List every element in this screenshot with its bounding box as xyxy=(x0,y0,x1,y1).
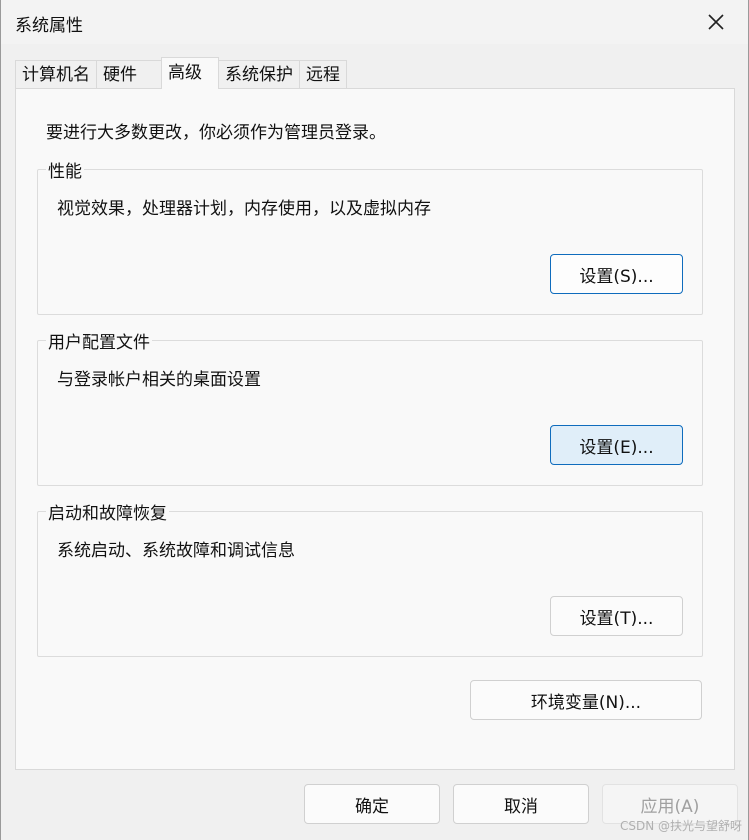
title-bar: 系统属性 xyxy=(1,0,748,44)
environment-variables-button[interactable]: 环境变量(N)... xyxy=(470,680,702,720)
tab-computer-name[interactable]: 计算机名 xyxy=(15,60,97,88)
startup-recovery-desc: 系统启动、系统故障和调试信息 xyxy=(57,541,295,561)
tab-remote[interactable]: 远程 xyxy=(299,60,347,88)
startup-recovery-settings-button[interactable]: 设置(T)... xyxy=(550,596,683,636)
performance-desc: 视觉效果，处理器计划，内存使用，以及虚拟内存 xyxy=(57,199,431,219)
tab-strip: 计算机名 硬件 高级 系统保护 远程 xyxy=(15,57,347,89)
user-profiles-group-label: 用户配置文件 xyxy=(46,328,152,353)
user-profiles-desc: 与登录帐户相关的桌面设置 xyxy=(57,370,261,390)
ok-button[interactable]: 确定 xyxy=(304,784,440,824)
startup-recovery-group: 启动和故障恢复 系统启动、系统故障和调试信息 设置(T)... xyxy=(37,499,703,657)
window-title: 系统属性 xyxy=(15,16,83,36)
close-button[interactable] xyxy=(694,4,738,40)
performance-settings-button[interactable]: 设置(S)... xyxy=(550,254,683,294)
admin-note: 要进行大多数更改，你必须作为管理员登录。 xyxy=(46,123,386,143)
user-profiles-settings-button[interactable]: 设置(E)... xyxy=(550,425,683,465)
system-properties-window: 系统属性 计算机名 硬件 高级 系统保护 远程 要进行大多数更改，你必须作为管理… xyxy=(0,0,749,840)
cancel-button[interactable]: 取消 xyxy=(453,784,589,824)
performance-group: 性能 视觉效果，处理器计划，内存使用，以及虚拟内存 设置(S)... xyxy=(37,157,703,315)
watermark: CSDN @扶光与望舒呀 xyxy=(619,819,742,833)
performance-group-label: 性能 xyxy=(46,157,84,182)
tab-advanced[interactable]: 高级 xyxy=(161,57,219,89)
close-icon xyxy=(708,14,724,30)
advanced-tab-panel: 要进行大多数更改，你必须作为管理员登录。 性能 视觉效果，处理器计划，内存使用，… xyxy=(15,88,735,770)
user-profiles-group: 用户配置文件 与登录帐户相关的桌面设置 设置(E)... xyxy=(37,328,703,486)
startup-recovery-group-label: 启动和故障恢复 xyxy=(46,499,169,524)
tab-hardware[interactable]: 硬件 xyxy=(96,60,162,88)
tab-system-protection[interactable]: 系统保护 xyxy=(218,60,300,88)
